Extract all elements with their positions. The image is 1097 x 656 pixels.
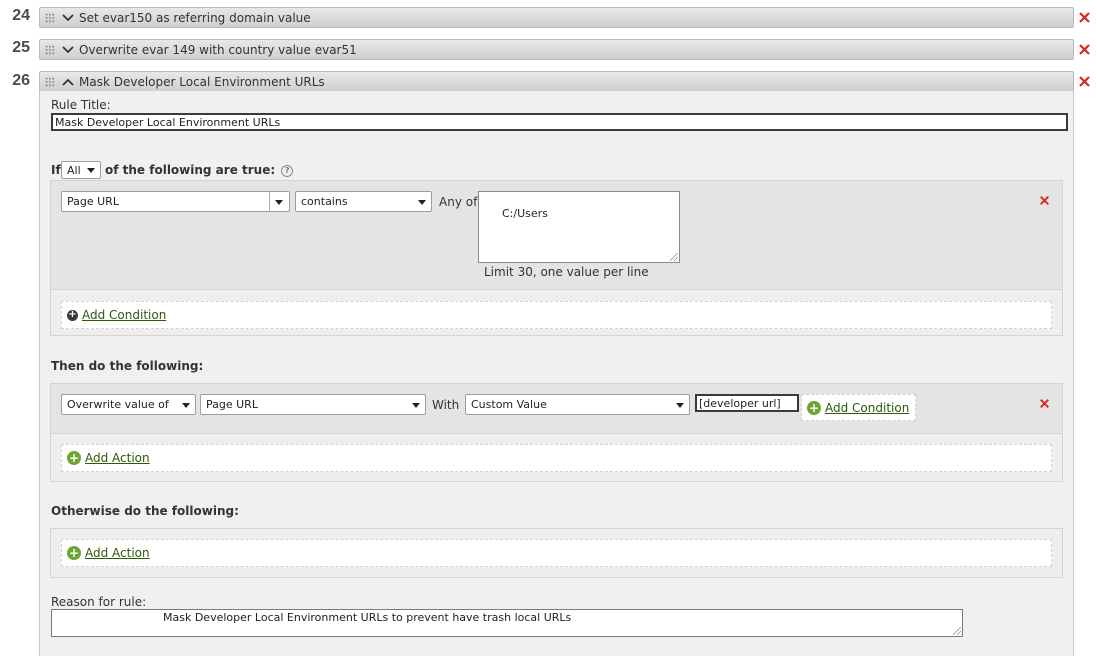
dropdown-arrow-icon — [418, 200, 426, 205]
action-add-condition-link[interactable]: Add Condition — [825, 401, 909, 415]
rule-editor-panel: Rule Title: Mask Developer Local Environ… — [39, 91, 1074, 656]
rule-header-25[interactable]: Overwrite evar 149 with country value ev… — [39, 39, 1074, 60]
drag-handle-icon[interactable] — [45, 12, 55, 23]
rule-title: Mask Developer Local Environment URLs — [79, 74, 325, 89]
any-of-label: Any of — [439, 195, 478, 209]
rule-title: Set evar150 as referring domain value — [79, 10, 311, 25]
rule-header-26[interactable]: Mask Developer Local Environment URLs — [39, 71, 1074, 92]
limit-hint: Limit 30, one value per line — [484, 265, 649, 279]
if-label: If — [51, 163, 61, 177]
action-target-select[interactable]: Page URL — [200, 394, 426, 415]
plus-circle-icon[interactable]: + — [67, 309, 78, 321]
following-label: of the following are true:? — [105, 163, 294, 177]
plus-circle-icon[interactable]: + — [67, 451, 81, 465]
chevron-down-icon[interactable] — [61, 11, 75, 25]
with-label: With — [432, 398, 460, 412]
condition-operator-select[interactable]: contains — [295, 191, 432, 212]
chevron-up-icon[interactable] — [61, 75, 75, 89]
otherwise-add-action-zone: + Add Action — [61, 539, 1052, 567]
add-action-link[interactable]: Add Action — [85, 451, 150, 465]
reason-label: Reason for rule: — [51, 595, 147, 609]
match-select[interactable]: All — [61, 161, 101, 179]
close-icon[interactable] — [1078, 75, 1091, 88]
chevron-down-icon[interactable] — [61, 43, 75, 57]
rule-title: Overwrite evar 149 with country value ev… — [79, 42, 357, 57]
rule-number: 26 — [12, 72, 30, 89]
plus-circle-icon[interactable]: + — [67, 546, 81, 560]
dropdown-arrow-icon — [275, 200, 283, 205]
condition-field-combo[interactable]: Page URL — [61, 191, 290, 212]
rule-header-24[interactable]: Set evar150 as referring domain value — [39, 7, 1074, 28]
otherwise-box: + Add Action — [50, 528, 1063, 578]
drag-handle-icon[interactable] — [45, 76, 55, 87]
plus-circle-icon[interactable]: + — [807, 400, 821, 415]
actions-box: Overwrite value of Page URL With Custom … — [50, 383, 1063, 482]
close-icon[interactable] — [1078, 43, 1091, 56]
then-label: Then do the following: — [51, 359, 204, 373]
close-icon[interactable] — [1078, 11, 1091, 24]
condition-values-textarea[interactable]: C:/Users — [478, 191, 680, 263]
dropdown-arrow-icon — [676, 403, 684, 408]
conditions-box: Page URL contains Any of C:/Users Limit … — [50, 180, 1063, 336]
action-verb-select[interactable]: Overwrite value of — [61, 394, 196, 415]
rule-title-input[interactable]: Mask Developer Local Environment URLs — [51, 113, 1068, 131]
reason-textarea[interactable]: Mask Developer Local Environment URLs to… — [51, 609, 963, 637]
rule-title-label: Rule Title: — [51, 98, 111, 112]
help-icon[interactable]: ? — [281, 164, 294, 177]
otherwise-add-action-link[interactable]: Add Action — [85, 546, 150, 560]
dropdown-arrow-icon — [412, 403, 420, 408]
drag-handle-icon[interactable] — [45, 44, 55, 55]
action-add-condition-zone: + Add Condition — [801, 394, 916, 421]
dropdown-arrow-icon — [182, 403, 190, 408]
dropdown-arrow-icon — [87, 168, 95, 173]
rule-number: 24 — [12, 7, 30, 24]
close-icon[interactable] — [1039, 398, 1050, 409]
otherwise-label: Otherwise do the following: — [51, 504, 239, 518]
action-source-select[interactable]: Custom Value — [465, 394, 690, 415]
custom-value-input[interactable]: [developer url] — [695, 394, 799, 412]
resize-handle[interactable] — [670, 253, 678, 261]
add-condition-zone: + Add Condition — [61, 301, 1052, 329]
rule-number: 25 — [12, 39, 30, 56]
resize-handle[interactable] — [953, 627, 961, 635]
add-condition-link[interactable]: Add Condition — [82, 308, 166, 322]
close-icon[interactable] — [1039, 195, 1050, 206]
add-action-zone: + Add Action — [61, 444, 1052, 472]
